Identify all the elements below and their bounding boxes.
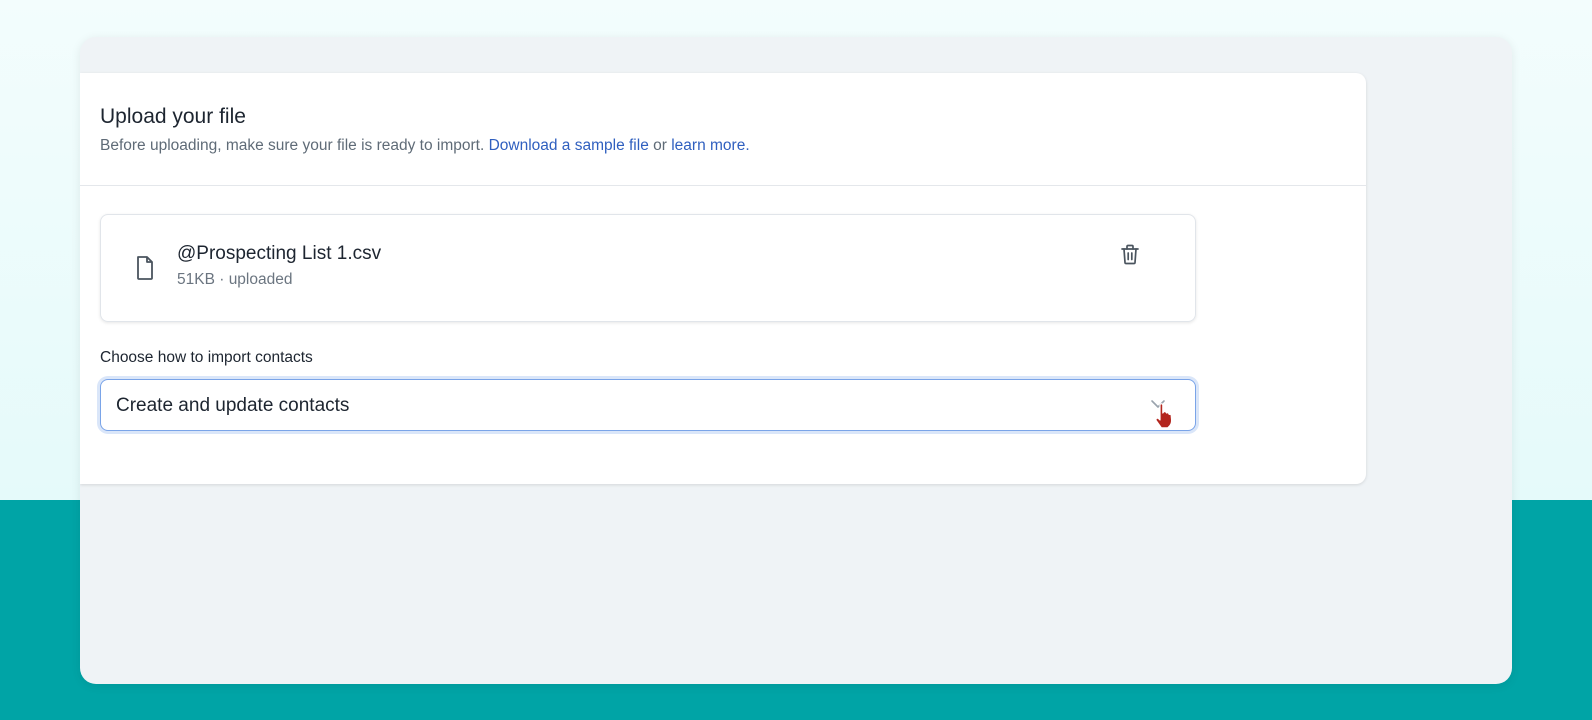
download-sample-link[interactable]: Download a sample file — [489, 137, 649, 154]
card-header: Upload your file Before uploading, make … — [80, 73, 1366, 186]
file-name: @Prospecting List 1.csv — [177, 243, 382, 264]
or-text: or — [648, 137, 672, 154]
instructions-text: Before uploading, make sure your file is… — [100, 137, 489, 154]
chevron-down-icon[interactable] — [1149, 397, 1167, 411]
import-mode-select[interactable]: Create and update contacts — [100, 379, 1196, 431]
learn-more-link[interactable]: learn more. — [671, 137, 749, 154]
import-mode-value: Create and update contacts — [116, 395, 350, 416]
upload-card: Upload your file Before uploading, make … — [80, 73, 1366, 484]
upload-instructions: Before uploading, make sure your file is… — [100, 136, 1346, 156]
delete-file-button[interactable] — [1117, 240, 1143, 268]
file-meta: 51KB · uploaded — [177, 271, 293, 288]
uploaded-file-card: @Prospecting List 1.csv 51KB · uploaded — [100, 214, 1196, 322]
trash-icon — [1121, 244, 1139, 264]
file-icon — [137, 256, 153, 280]
app-frame: Upload your file Before uploading, make … — [80, 37, 1512, 684]
import-mode-label: Choose how to import contacts — [100, 349, 313, 366]
page-title: Upload your file — [100, 105, 246, 128]
